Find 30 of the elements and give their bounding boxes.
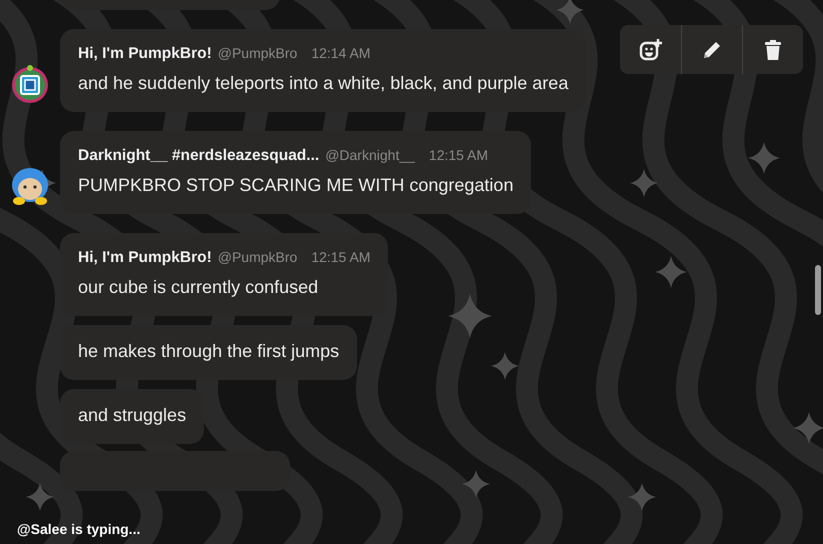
- message-text: he makes through the first jumps: [78, 341, 340, 362]
- sparkle-icon: [655, 256, 687, 288]
- message-text: and he suddenly teleports into a white, black, and purple area: [78, 73, 568, 94]
- scrollbar-thumb[interactable]: [815, 265, 821, 315]
- sparkle-icon: [628, 483, 656, 511]
- message-text: PUMPKBRO STOP SCARING ME WITH congregation: [78, 175, 514, 196]
- add-reaction-icon: [638, 38, 662, 62]
- author-name[interactable]: Hi, I'm PumpkBro!: [78, 45, 212, 63]
- sparkle-icon: [793, 412, 823, 444]
- author-name[interactable]: Darknight__ #nerdsleazesquad...: [78, 147, 320, 165]
- message-time: 12:14 AM: [311, 45, 370, 61]
- sparkle-icon: [26, 483, 54, 511]
- trash-icon: [763, 38, 783, 60]
- sparkle-icon: [748, 142, 780, 174]
- message-text: and struggles: [78, 405, 186, 426]
- author-handle: @PumpkBro: [218, 249, 298, 265]
- avatar-icon[interactable]: [10, 166, 50, 206]
- sparkle-icon: [462, 470, 490, 498]
- message-text: our cube is currently confused: [78, 277, 320, 298]
- sparkle-icon: [630, 169, 658, 197]
- message-time: 12:15 AM: [311, 249, 370, 265]
- author-name[interactable]: Hi, I'm PumpkBro!: [78, 249, 212, 267]
- sparkle-icon: [448, 294, 492, 338]
- typing-indicator: @Salee is typing...: [17, 521, 140, 537]
- sparkle-icon: [556, 0, 584, 24]
- author-handle: @PumpkBro: [218, 45, 298, 61]
- author-handle: @Darknight__: [325, 147, 415, 163]
- sparkle-icon: [491, 352, 519, 380]
- avatar-icon[interactable]: [10, 64, 50, 104]
- message-time: 12:15 AM: [428, 147, 488, 163]
